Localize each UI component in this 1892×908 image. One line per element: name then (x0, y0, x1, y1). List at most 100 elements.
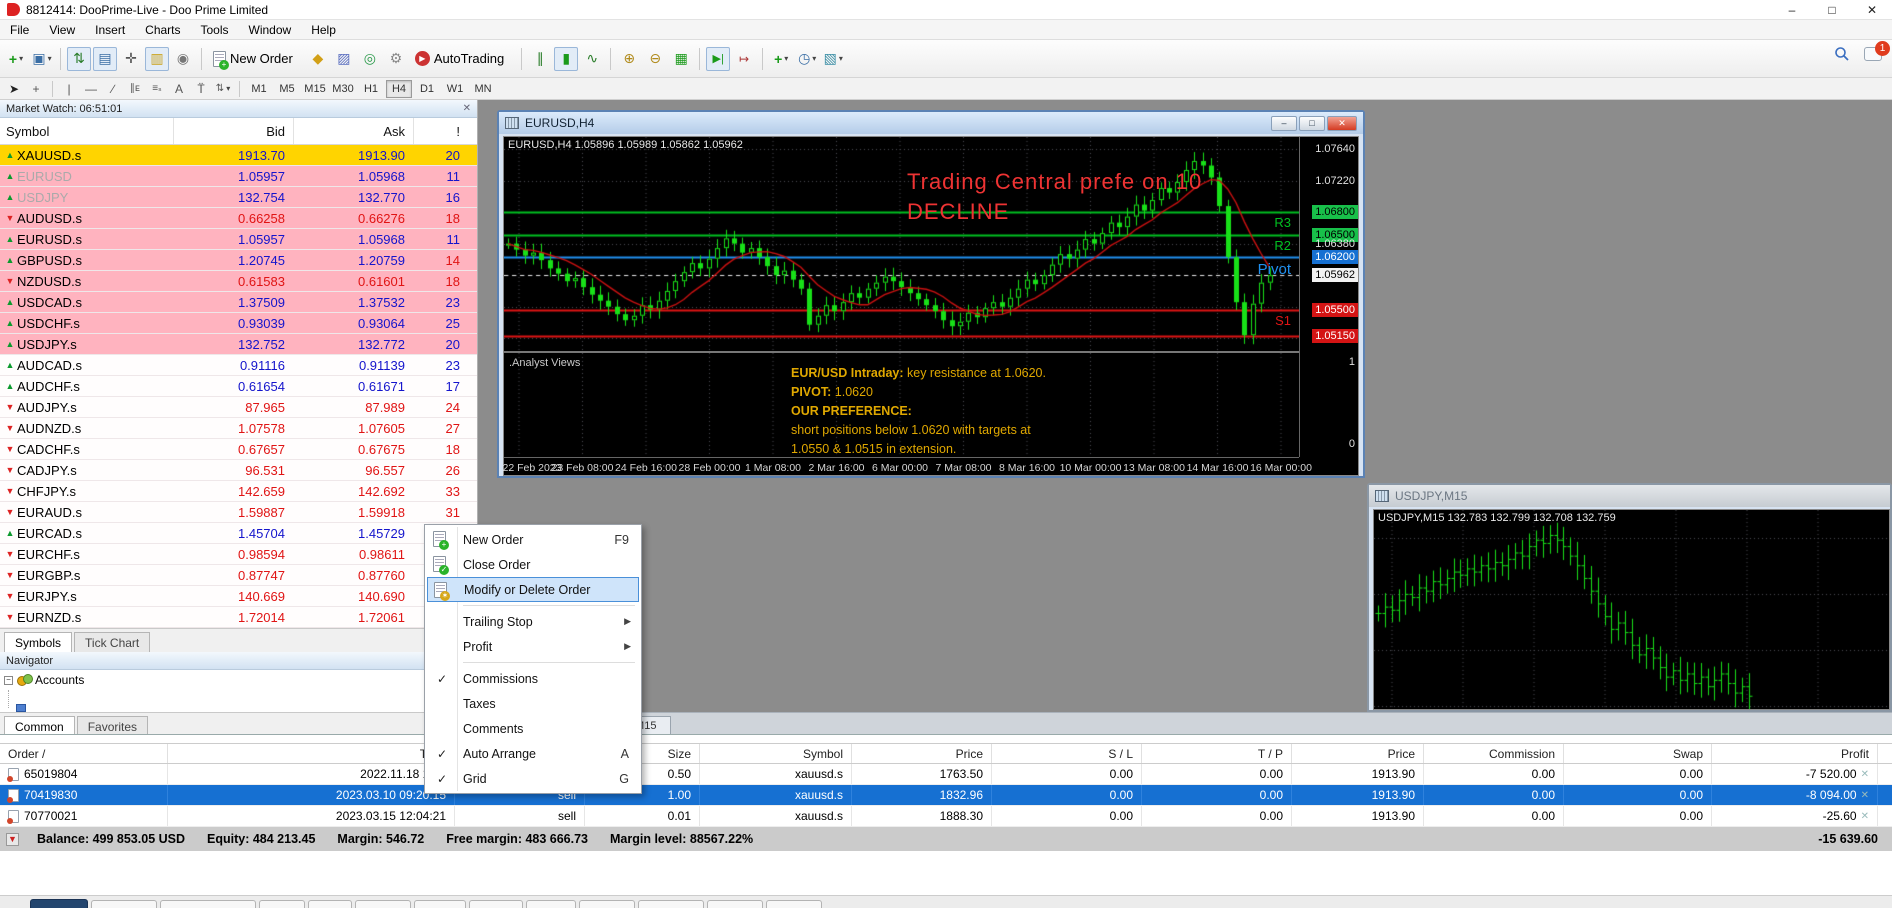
navigator-toggle[interactable]: ✛ (119, 47, 143, 71)
market-watch-row[interactable]: ▲USDCAD.s1.375091.3753223 (0, 292, 477, 313)
menu-window[interactable]: Window (239, 20, 302, 40)
tab-tick-chart[interactable]: Tick Chart (74, 632, 150, 652)
timeframe-d1[interactable]: D1 (414, 80, 440, 98)
tab-symbols[interactable]: Symbols (4, 632, 72, 652)
eurusd-time-axis[interactable]: 22 Feb 202323 Feb 08:0024 Feb 16:0028 Fe… (504, 457, 1299, 477)
tree-collapse-icon[interactable]: − (4, 676, 13, 685)
data-window-toggle[interactable]: ▤ (93, 47, 117, 71)
column-price[interactable]: Price (852, 744, 992, 763)
terminal-toggle[interactable]: ▥ (145, 47, 169, 71)
market-watch-row[interactable]: ▼EURAUD.s1.598871.5991831 (0, 502, 477, 523)
tree-item-accounts[interactable]: − Accounts (0, 670, 477, 690)
timeframe-mn[interactable]: MN (470, 80, 496, 98)
menu-view[interactable]: View (39, 20, 85, 40)
profiles-button[interactable]: ▣▾ (30, 47, 54, 71)
indicators-dropdown[interactable]: +▾ (769, 47, 793, 71)
notifications-icon[interactable]: 1 (1864, 47, 1882, 61)
menu-item-close-order[interactable]: ✓Close Order (427, 552, 639, 577)
trendline-tool[interactable]: ∕ (103, 80, 123, 98)
column-swap[interactable]: Swap (1564, 744, 1712, 763)
chart-shift-toggle[interactable]: ↦ (732, 47, 756, 71)
market-watch-row[interactable]: ▲GBPUSD.s1.207451.2075914 (0, 250, 477, 271)
auto-scroll-toggle[interactable]: ▶| (706, 47, 730, 71)
column-commission[interactable]: Commission (1424, 744, 1564, 763)
minimize-icon[interactable]: – (1772, 0, 1812, 20)
market-watch-row[interactable]: ▼EURCHF.s0.985940.98611 (0, 544, 477, 565)
eurusd-window-titlebar[interactable]: EURUSD,H4 – □ ✕ (499, 112, 1363, 134)
cursor-tool[interactable]: ➤ (4, 80, 24, 98)
column-tp[interactable]: T / P (1142, 744, 1292, 763)
close-position-icon[interactable]: ✕ (1861, 790, 1869, 801)
market-watch-toggle[interactable]: ⇅ (67, 47, 91, 71)
market-watch-row[interactable]: ▲EURUSD.s1.059571.0596811 (0, 229, 477, 250)
timeframe-m1[interactable]: M1 (246, 80, 272, 98)
vertical-line-tool[interactable]: | (59, 80, 79, 98)
column-price[interactable]: Price (1292, 744, 1424, 763)
terminal-tabs-strip[interactable] (0, 895, 1892, 908)
options-button[interactable]: ⚙ (384, 47, 408, 71)
market-watch-row[interactable]: ▲EURUSD1.059571.0596811 (0, 166, 477, 187)
tab-favorites[interactable]: Favorites (77, 716, 148, 736)
column-bid[interactable]: Bid (173, 118, 293, 144)
new-order-button[interactable]: + New Order (208, 47, 304, 71)
market-watch-row[interactable]: ▼CADJPY.s96.53196.55726 (0, 460, 477, 481)
usdjpy-chart-area[interactable]: USDJPY,M15 132.783 132.799 132.708 132.7… (1373, 509, 1890, 710)
market-watch-row[interactable]: ▼CADCHF.s0.676570.6767518 (0, 439, 477, 460)
menu-item-auto-arrange[interactable]: ✓Auto ArrangeA (427, 741, 639, 766)
zoom-out-button[interactable]: ⊖ (643, 47, 667, 71)
market-watch-row[interactable]: ▼AUDUSD.s0.662580.6627618 (0, 208, 477, 229)
close-icon[interactable]: ✕ (463, 103, 471, 114)
column-profit[interactable]: Profit (1712, 744, 1878, 763)
column-sl[interactable]: S / L (992, 744, 1142, 763)
periods-dropdown[interactable]: ◷▾ (795, 47, 819, 71)
column-ask[interactable]: Ask (293, 118, 413, 144)
menu-item-profit[interactable]: Profit▶ (427, 634, 639, 659)
column-time[interactable]: Time (168, 744, 455, 763)
order-row[interactable]: 650198042022.11.18 10:30.50xauusd.s1763.… (0, 764, 1892, 785)
timeframe-h1[interactable]: H1 (358, 80, 384, 98)
candlestick-chart-button[interactable]: ▮ (554, 47, 578, 71)
market-watch-row[interactable]: ▼CHFJPY.s142.659142.69233 (0, 481, 477, 502)
menu-item-trailing-stop[interactable]: Trailing Stop▶ (427, 609, 639, 634)
order-row[interactable]: 707700212023.03.15 12:04:21sell0.01xauus… (0, 806, 1892, 827)
menu-item-grid[interactable]: ✓GridG (427, 766, 639, 791)
menu-file[interactable]: File (0, 20, 39, 40)
market-watch-row[interactable]: ▲EURCAD.s1.457041.45729 (0, 523, 477, 544)
menu-item-commissions[interactable]: ✓Commissions (427, 666, 639, 691)
market-watch-row[interactable]: ▼EURGBP.s0.877470.87760 (0, 565, 477, 586)
eurusd-price-axis[interactable]: 1.076401.072201.068001.065001.063801.062… (1299, 137, 1360, 457)
tab-trade[interactable] (30, 899, 88, 908)
close-icon[interactable]: ✕ (1852, 0, 1892, 20)
menu-item-comments[interactable]: Comments (427, 716, 639, 741)
market-watch-row[interactable]: ▲USDJPY.s132.752132.77220 (0, 334, 477, 355)
market-watch-row[interactable]: ▼EURJPY.s140.669140.690 (0, 586, 477, 607)
market-watch-row[interactable]: ▼AUDJPY.s87.96587.98924 (0, 397, 477, 418)
metaeditor-button[interactable]: ◆ (306, 47, 330, 71)
maximize-icon[interactable]: □ (1812, 0, 1852, 20)
order-row[interactable]: 704198302023.03.10 09:20:15sell1.00xauus… (0, 785, 1892, 806)
menu-item-taxes[interactable]: Taxes (427, 691, 639, 716)
fibonacci-tool[interactable]: ≡ₛ (147, 80, 167, 98)
strategy-tester-toggle[interactable]: ◉ (171, 47, 195, 71)
column-symbol[interactable]: Symbol (700, 744, 852, 763)
column-spread[interactable]: ! (413, 118, 470, 144)
column-symbol[interactable]: Symbol (0, 124, 173, 139)
autotrading-button[interactable]: ▶ AutoTrading (410, 47, 515, 71)
menu-charts[interactable]: Charts (135, 20, 190, 40)
channel-tool[interactable]: ∥ᴇ (125, 80, 145, 98)
close-icon[interactable]: ✕ (1327, 116, 1357, 131)
menu-help[interactable]: Help (301, 20, 346, 40)
signals-button[interactable]: ◎ (358, 47, 382, 71)
new-chart-button[interactable]: +▾ (4, 47, 28, 71)
chart-print-button[interactable]: ▨ (332, 47, 356, 71)
menu-item-modify-or-delete-order[interactable]: ✶Modify or Delete Order (427, 577, 639, 602)
market-watch-row[interactable]: ▲AUDCHF.s0.616540.6167117 (0, 376, 477, 397)
restore-icon[interactable]: □ (1299, 116, 1325, 131)
timeframe-m5[interactable]: M5 (274, 80, 300, 98)
market-watch-row[interactable]: ▲XAUUSD.s1913.701913.9020 (0, 145, 477, 166)
timeframe-w1[interactable]: W1 (442, 80, 468, 98)
crosshair-tool[interactable]: + (26, 80, 46, 98)
eurusd-chart-area[interactable]: EURUSD,H4 1.05896 1.05989 1.05862 1.0596… (503, 136, 1359, 476)
column-order[interactable]: Order / (0, 744, 168, 763)
line-chart-button[interactable]: ∿ (580, 47, 604, 71)
